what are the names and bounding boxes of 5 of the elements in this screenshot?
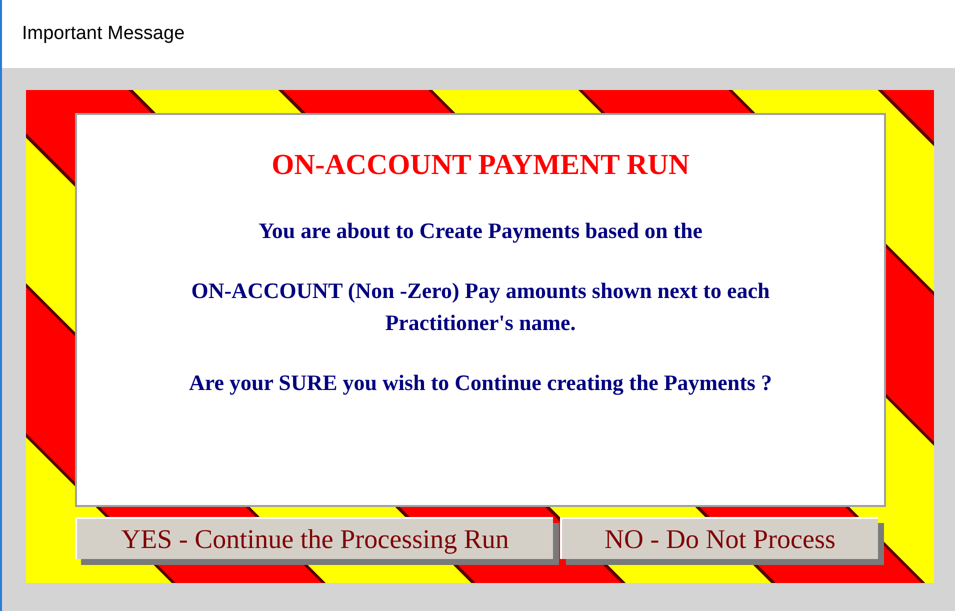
message-text: You are about to Create Payments based on the	[257, 217, 704, 245]
message-text: ON-ACCOUNT (Non -Zero) Pay amounts shown next to each Practitioner's name.	[190, 277, 771, 337]
message-text: Are your SURE you wish to Continue creating the Payments ?	[188, 369, 773, 397]
message-heading: ON-ACCOUNT PAYMENT RUN	[272, 148, 690, 183]
window-title: Important Message	[22, 22, 185, 46]
